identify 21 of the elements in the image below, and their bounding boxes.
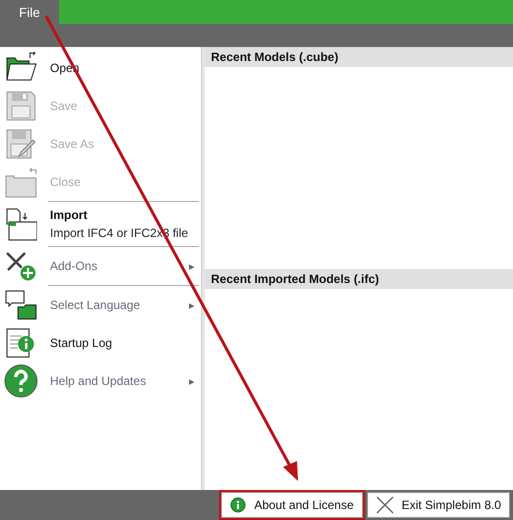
log-info-icon bbox=[5, 326, 37, 360]
submenu-arrow: ▸ bbox=[189, 260, 195, 272]
file-tab[interactable]: File bbox=[0, 0, 59, 24]
help-icon bbox=[4, 364, 38, 398]
menu-item[interactable]: Startup Log bbox=[0, 324, 201, 362]
section-header: Recent Models (.cube) bbox=[205, 47, 513, 67]
footer-button[interactable]: Exit Simplebim 8.0 bbox=[366, 492, 510, 518]
close-icon bbox=[376, 496, 394, 514]
import-file-icon bbox=[5, 207, 37, 241]
info-icon bbox=[230, 497, 246, 513]
tools-plus-icon bbox=[4, 250, 38, 282]
floppy-pencil-icon bbox=[5, 128, 37, 160]
language-icon bbox=[4, 289, 38, 321]
submenu-arrow: ▸ bbox=[189, 298, 195, 312]
menu-item[interactable]: Add-Ons ▸ bbox=[0, 247, 201, 285]
submenu-arrow: ▸ bbox=[189, 374, 195, 388]
menu-item[interactable]: Help and Updates ▸ bbox=[0, 362, 201, 400]
menu-item[interactable]: Select Language ▸ bbox=[0, 286, 201, 324]
section-header: Recent Imported Models (.ifc) bbox=[205, 268, 513, 288]
footer-button[interactable]: About and License bbox=[221, 492, 363, 518]
folder-close-icon bbox=[5, 166, 37, 198]
